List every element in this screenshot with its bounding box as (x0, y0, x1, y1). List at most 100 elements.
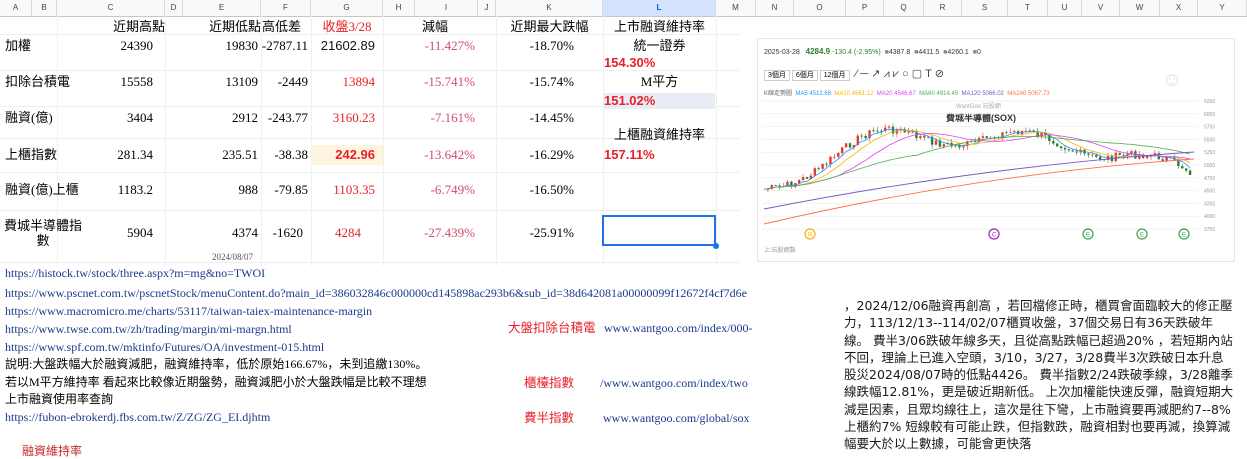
cell-drop[interactable]: -27.439% (405, 225, 475, 241)
cell-close[interactable]: 1103.35 (311, 182, 375, 198)
otc-margin-value[interactable]: 157.11% (604, 147, 655, 163)
cell-diff[interactable]: -38.38 (258, 147, 308, 163)
cell-drop[interactable]: -6.749% (405, 182, 475, 198)
header-high[interactable]: 近期高點 (57, 19, 165, 35)
column-header-x[interactable]: X (1160, 0, 1198, 16)
column-header-q[interactable]: Q (884, 0, 924, 16)
link-fubon[interactable]: https://fubon-ebrokerdj.fbs.com.tw/Z/ZG/… (5, 410, 270, 425)
column-header-v[interactable]: V (1082, 0, 1120, 16)
cell-close[interactable]: 242.96 (311, 145, 383, 165)
cell-drop[interactable]: -11.427% (405, 38, 475, 54)
row-label-margin[interactable]: 融資(億) (5, 110, 53, 126)
cell-close[interactable]: 13894 (311, 74, 376, 90)
column-header-m[interactable]: M (716, 0, 756, 16)
column-header-a[interactable]: A (0, 0, 32, 16)
broker1-label[interactable]: 統一證券 (603, 38, 716, 54)
column-header-k[interactable]: K (496, 0, 603, 16)
cell-diff[interactable]: -79.85 (258, 182, 308, 198)
header-diff[interactable]: 高低差 (262, 19, 312, 35)
cell-diff[interactable]: -2449 (258, 74, 308, 90)
cell-close[interactable]: 21602.89 (311, 38, 375, 54)
link-histock[interactable]: https://histock.tw/stock/three.aspx?m=mg… (5, 266, 265, 281)
column-header-o[interactable]: O (794, 0, 846, 16)
link-twse[interactable]: https://www.twse.com.tw/zh/trading/margi… (5, 322, 292, 337)
column-header-y[interactable]: Y (1198, 0, 1247, 16)
cell-high[interactable]: 5904 (57, 225, 153, 241)
header-low[interactable]: 近期低點 (183, 19, 261, 35)
candle-body (840, 147, 844, 154)
candle-body (1098, 156, 1102, 160)
cell-low[interactable]: 19830 (183, 38, 259, 54)
cell-maxdrop[interactable]: -18.70% (496, 38, 574, 54)
link-pscnet[interactable]: https://www.pscnet.com.tw/pscnetStock/me… (5, 286, 747, 301)
column-header-d[interactable]: D (165, 0, 183, 16)
sox-chart-image[interactable]: 2025-03-28 4284.9 -130.4 (-2.95%) ■4387.… (757, 38, 1235, 262)
column-header-g[interactable]: G (311, 0, 383, 16)
column-header-p[interactable]: P (846, 0, 884, 16)
row-label-taiex[interactable]: 加權 (5, 38, 31, 54)
row-label-otc-index[interactable]: 上櫃指數 (5, 147, 57, 163)
cell-high[interactable]: 24390 (57, 38, 154, 54)
candle-body (1087, 153, 1090, 155)
column-header-h[interactable]: H (383, 0, 415, 16)
cell-low[interactable]: 235.51 (183, 147, 258, 163)
column-header-s[interactable]: S (962, 0, 1008, 16)
cell-low[interactable]: 13109 (183, 74, 259, 90)
link-macromicro[interactable]: https://www.macromicro.me/charts/53117/t… (5, 304, 372, 319)
candle-body (774, 185, 777, 186)
column-header-c[interactable]: C (57, 0, 165, 16)
column-header-t[interactable]: T (1008, 0, 1048, 16)
column-header-n[interactable]: N (756, 0, 794, 16)
cell-low[interactable]: 2912 (183, 110, 258, 126)
side-link-ex-tsmc[interactable]: www.wantgoo.com/index/000- (604, 321, 753, 336)
candle-body (778, 185, 781, 187)
side-link-sox[interactable]: www.wantgoo.com/global/sox (603, 411, 750, 426)
column-header-b[interactable]: B (32, 0, 57, 16)
header-drop[interactable]: 減幅 (405, 19, 465, 35)
header-close[interactable]: 收盤3/28 (311, 19, 383, 35)
fill-handle[interactable] (713, 243, 719, 249)
cell-maxdrop[interactable]: -14.45% (496, 110, 574, 126)
cell-drop[interactable]: -13.642% (405, 147, 475, 163)
column-header-f[interactable]: F (261, 0, 311, 16)
broker2-label[interactable]: M平方 (603, 74, 716, 90)
broker2-value[interactable]: 151.02% (604, 93, 715, 109)
cell-drop[interactable]: -7.161% (405, 110, 475, 126)
cell-diff[interactable]: -243.77 (258, 110, 308, 126)
cell-close[interactable]: 3160.23 (311, 110, 375, 126)
header-margin-ratio[interactable]: 上市融資維持率 (603, 19, 716, 35)
cell-low[interactable]: 988 (183, 182, 259, 198)
column-header-u[interactable]: U (1048, 0, 1082, 16)
cell-diff[interactable]: -2787.11 (258, 38, 308, 54)
otc-margin-label[interactable]: 上櫃融資維持率 (603, 127, 716, 143)
cell-high[interactable]: 1183.2 (57, 182, 153, 198)
cell-diff[interactable]: -1620 (258, 225, 303, 241)
header-maxdrop[interactable]: 近期最大跌幅 (496, 19, 603, 35)
y-tick-label: 4250 (1204, 201, 1215, 207)
column-header-j[interactable]: J (478, 0, 496, 16)
event-marker-label: E (1086, 233, 1090, 239)
column-header-i[interactable]: I (415, 0, 478, 16)
side-label-otc: 櫃檯指數 (524, 376, 575, 390)
column-header-r[interactable]: R (924, 0, 962, 16)
y-tick-label: 5500 (1204, 137, 1215, 143)
cell-high[interactable]: 15558 (57, 74, 154, 90)
cell-maxdrop[interactable]: -25.91% (496, 225, 574, 241)
broker1-value[interactable]: 154.30% (604, 55, 655, 71)
link-spf[interactable]: https://www.spf.com.tw/mktinfo/Futures/O… (5, 340, 324, 355)
candle-body (1059, 146, 1063, 148)
cell-maxdrop[interactable]: -15.74% (496, 74, 574, 90)
column-header-l[interactable]: L (603, 0, 716, 16)
candle-body (805, 177, 809, 179)
column-header-e[interactable]: E (183, 0, 261, 16)
cell-close[interactable]: 4284 (311, 225, 361, 241)
cell-maxdrop[interactable]: -16.29% (496, 147, 574, 163)
cell-drop[interactable]: -15.741% (405, 74, 475, 90)
column-header-w[interactable]: W (1120, 0, 1160, 16)
side-link-otc[interactable]: /www.wantgoo.com/index/two (600, 376, 748, 391)
cell-high[interactable]: 3404 (57, 110, 153, 126)
cell-maxdrop[interactable]: -16.50% (496, 182, 574, 198)
cell-low[interactable]: 4374 (183, 225, 258, 241)
selected-cell[interactable] (602, 215, 716, 246)
cell-high[interactable]: 281.34 (57, 147, 153, 163)
